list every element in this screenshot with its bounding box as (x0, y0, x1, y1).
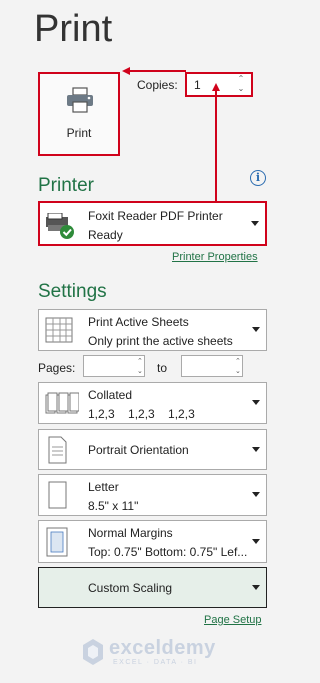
print-what-description: Only print the active sheets (88, 334, 233, 348)
scaling-value: Custom Scaling (88, 580, 173, 595)
printer-status: Ready (88, 228, 123, 242)
pages-to-label: to (157, 361, 168, 375)
watermark: exceldemy EXCEL · DATA · BI (83, 635, 233, 676)
collated-pages-icon (45, 392, 79, 414)
printer-properties-link[interactable]: Printer Properties (172, 251, 258, 263)
scaling-select[interactable]: Custom Scaling (38, 567, 267, 608)
orientation-value: Portrait Orientation (88, 442, 189, 457)
pages-label: Pages: (38, 361, 76, 375)
pages-to-up-icon[interactable]: ⌃ (235, 357, 241, 365)
pages-to-down-icon[interactable]: ⌄ (235, 367, 241, 375)
paper-size-select[interactable]: Letter 8.5" x 11" (38, 474, 267, 516)
page-setup-link[interactable]: Page Setup (204, 614, 262, 626)
pdf-printer-icon (46, 213, 74, 239)
margins-select[interactable]: Normal Margins Top: 0.75" Bottom: 0.75" … (38, 520, 267, 563)
chevron-down-icon (252, 538, 260, 544)
portrait-page-icon (48, 436, 67, 463)
chevron-down-icon (252, 492, 260, 497)
chevron-down-icon (252, 446, 260, 452)
printer-select[interactable]: Foxit Reader PDF Printer Ready (38, 201, 267, 246)
chevron-down-icon (252, 400, 260, 405)
paper-size-value: Letter (88, 480, 119, 494)
pages-from-up-icon[interactable]: ⌃ (137, 357, 143, 365)
printer-name: Foxit Reader PDF Printer (88, 209, 223, 223)
collation-select[interactable]: Collated 1,2,3 1,2,3 1,2,3 (38, 382, 267, 424)
print-what-select[interactable]: Print Active Sheets Only print the activ… (38, 309, 267, 351)
margins-icon (46, 527, 68, 556)
paper-size-icon (48, 481, 67, 509)
sheet-grid-icon (45, 317, 73, 343)
info-icon[interactable]: i (250, 170, 266, 186)
collation-description: 1,2,3 1,2,3 1,2,3 (88, 407, 195, 421)
margins-value: Normal Margins (88, 526, 173, 540)
orientation-select[interactable]: Portrait Orientation (38, 429, 267, 470)
watermark-tagline: EXCEL · DATA · BI (113, 659, 198, 666)
chevron-down-icon (252, 584, 260, 590)
collation-value: Collated (88, 388, 133, 402)
pages-to-input[interactable] (181, 355, 243, 377)
pages-from-down-icon[interactable]: ⌄ (137, 367, 143, 375)
pages-from-input[interactable] (83, 355, 145, 377)
paper-size-dimensions: 8.5" x 11" (88, 499, 139, 513)
printer-section-title: Printer (38, 175, 94, 196)
settings-section-title: Settings (38, 281, 107, 302)
print-what-value: Print Active Sheets (88, 315, 189, 329)
chevron-down-icon (251, 220, 259, 226)
watermark-brand: exceldemy (109, 637, 216, 659)
margins-description: Top: 0.75" Bottom: 0.75" Lef... (88, 545, 248, 559)
chevron-down-icon (252, 327, 260, 332)
